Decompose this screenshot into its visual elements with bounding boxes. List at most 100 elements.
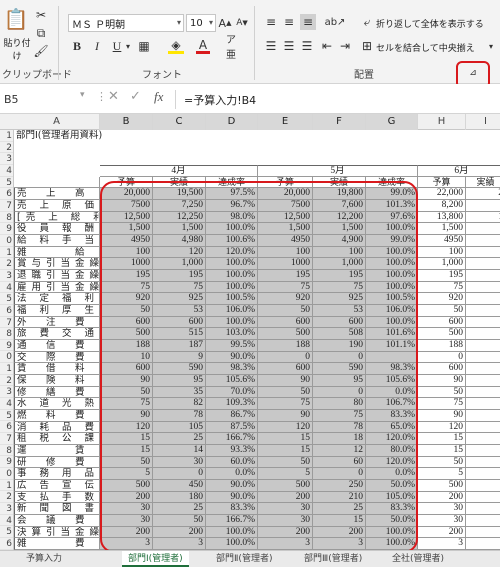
data-cell[interactable]: 90 [100, 375, 153, 387]
data-cell[interactable]: 82 [153, 398, 206, 411]
row-header[interactable]: 2 [0, 375, 13, 387]
data-cell[interactable]: 120 [258, 421, 313, 434]
row-header[interactable]: 1 [0, 130, 13, 142]
data-cell[interactable]: 100.0% [206, 223, 258, 236]
data-cell[interactable]: 25 [313, 503, 366, 516]
data-cell[interactable]: 500 [258, 480, 313, 492]
data-cell[interactable] [466, 515, 500, 527]
data-cell[interactable]: 15 [100, 445, 153, 457]
data-cell[interactable]: 98.3% [206, 363, 258, 376]
paste-button-label[interactable]: 貼り付け [0, 36, 34, 62]
insert-function-icon[interactable]: fx [154, 89, 163, 105]
align-left-icon[interactable]: ☰ [264, 38, 278, 54]
align-right-icon[interactable]: ☰ [300, 38, 314, 54]
row-label[interactable]: 修 繕 費 [14, 386, 100, 399]
borders-icon[interactable]: ▦ [136, 38, 152, 54]
data-cell[interactable]: 83.3% [206, 503, 258, 516]
data-cell[interactable] [466, 200, 500, 212]
data-cell[interactable]: 4,980 [153, 235, 206, 247]
row-header[interactable]: 5 [0, 177, 13, 189]
data-cell[interactable]: 5 [418, 468, 466, 481]
data-cell[interactable]: 925 [153, 293, 206, 306]
data-cell[interactable]: 600 [418, 363, 466, 376]
data-cell[interactable]: 7,600 [313, 200, 366, 212]
row-header[interactable]: 6 [0, 421, 13, 434]
data-cell[interactable] [466, 305, 500, 317]
data-cell[interactable] [466, 375, 500, 387]
phonetic-icon[interactable]: ア亜 [226, 35, 242, 61]
row-header[interactable]: 9 [0, 340, 13, 352]
column-subheader[interactable]: 予算 [258, 176, 313, 189]
data-cell[interactable]: 90 [258, 410, 313, 422]
data-cell[interactable]: 50 [153, 515, 206, 527]
data-cell[interactable] [466, 317, 500, 329]
data-cell[interactable]: 590 [153, 363, 206, 376]
align-top-icon[interactable]: ≡ [264, 14, 278, 30]
data-cell[interactable]: 100.0% [366, 538, 418, 550]
data-cell[interactable]: 7500 [258, 200, 313, 212]
data-cell[interactable]: 98.3% [366, 363, 418, 376]
data-cell[interactable]: 100.0% [206, 526, 258, 539]
data-cell[interactable]: 120.0% [206, 246, 258, 259]
data-cell[interactable]: 90.0% [206, 480, 258, 492]
orientation-icon[interactable]: ab↗ [325, 14, 346, 30]
data-cell[interactable] [466, 410, 500, 422]
row-header[interactable]: 3 [0, 503, 13, 515]
data-cell[interactable]: 600 [258, 316, 313, 329]
row-header[interactable]: 7 [0, 200, 13, 212]
data-cell[interactable]: 105.0% [366, 491, 418, 504]
data-cell[interactable]: 12 [313, 445, 366, 457]
data-cell[interactable]: 90 [418, 375, 466, 387]
data-cell[interactable]: 87.5% [206, 421, 258, 434]
data-cell[interactable]: 50 [418, 456, 466, 469]
data-cell[interactable]: 4950 [258, 235, 313, 247]
data-cell[interactable]: 103.0% [206, 328, 258, 341]
data-cell[interactable]: 18 [313, 433, 366, 446]
data-cell[interactable]: 925 [313, 293, 366, 306]
data-cell[interactable] [466, 457, 500, 469]
row-label[interactable]: 賞与引当金繰入 [14, 258, 100, 271]
data-cell[interactable]: 99.0% [366, 188, 418, 200]
formula-input[interactable]: =予算入力!B4 [175, 90, 500, 109]
worksheet-grid[interactable]: 部門Ⅰ(管理者用資料) 4月 5月 6月 予算 実績 達成率 予算 実績 達成率 予算 実績売 上 高… [14, 130, 500, 550]
column-header[interactable]: A [14, 114, 100, 130]
data-cell[interactable]: 105.6% [206, 375, 258, 387]
data-cell[interactable] [466, 340, 500, 352]
data-cell[interactable] [466, 492, 500, 504]
row-header[interactable]: 3 [0, 270, 13, 282]
row-header[interactable]: 6 [0, 305, 13, 317]
row-label[interactable]: 水 道 光 熱 費 [14, 398, 100, 411]
row-header[interactable]: 0 [0, 235, 13, 247]
data-cell[interactable]: 3 [153, 538, 206, 550]
data-cell[interactable] [466, 433, 500, 446]
data-cell[interactable]: 100.6% [206, 235, 258, 247]
data-cell[interactable]: 20,000 [258, 188, 313, 200]
data-cell[interactable]: 100.5% [366, 293, 418, 306]
name-box[interactable]: B5 [0, 90, 78, 109]
column-header[interactable]: H [418, 114, 466, 130]
data-cell[interactable]: 50 [258, 386, 313, 399]
data-cell[interactable]: 60 [313, 456, 366, 469]
data-cell[interactable] [466, 398, 500, 411]
data-cell[interactable]: 65.0% [366, 421, 418, 434]
data-cell[interactable]: 166.7% [206, 433, 258, 446]
column-header[interactable]: I [466, 114, 500, 130]
data-cell[interactable]: 100.0% [206, 316, 258, 329]
data-cell[interactable]: 19,800 [313, 188, 366, 200]
data-cell[interactable]: 50 [100, 305, 153, 317]
data-cell[interactable]: 0.0% [206, 468, 258, 481]
align-bottom-icon[interactable]: ≡ [300, 14, 316, 30]
data-cell[interactable]: 95 [313, 375, 366, 387]
font-size-select[interactable]: 10 ▾ [186, 14, 216, 32]
data-cell[interactable]: 1,500 [100, 223, 153, 236]
data-cell[interactable]: 180 [153, 491, 206, 504]
data-cell[interactable]: 100.0% [206, 258, 258, 271]
data-cell[interactable]: 75 [313, 281, 366, 294]
cut-icon[interactable]: ✂ [34, 8, 48, 22]
data-cell[interactable]: 3 [258, 538, 313, 550]
row-label[interactable]: 賃 借 料 [14, 363, 100, 376]
data-cell[interactable]: 100.0% [206, 270, 258, 282]
data-cell[interactable]: 15 [100, 433, 153, 446]
column-subheader[interactable]: 実績 [153, 176, 206, 189]
data-cell[interactable]: 12,250 [153, 211, 206, 224]
